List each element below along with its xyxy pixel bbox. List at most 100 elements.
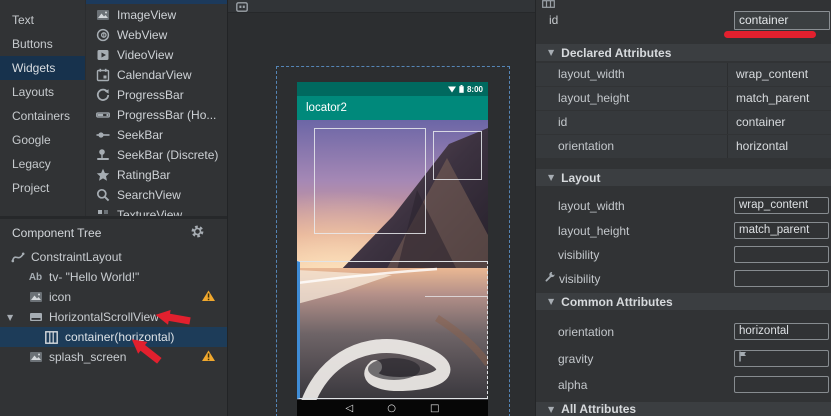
warning-icon (202, 350, 215, 364)
attribute-row[interactable]: layout_width wrap_content (536, 63, 831, 86)
device-preview[interactable]: 8:00 locator2 (297, 82, 488, 416)
attribute-row[interactable]: orientation horizontal (536, 135, 831, 158)
section-header-declared-attributes[interactable]: ▼ Declared Attributes (536, 44, 831, 61)
tree-item-horizontalscrollview[interactable]: ▼ HorizontalScrollView (0, 307, 227, 327)
attribute-label: orientation (558, 324, 614, 341)
linearlayout-horizontal-icon (44, 330, 59, 344)
partially-scrolled-selected-item (86, 0, 227, 4)
palette-category-containers[interactable]: Containers (0, 104, 85, 128)
tree-item-textview[interactable]: Ab tv- "Hello World!" (0, 267, 227, 287)
palette-item-label: ImageView (117, 8, 176, 22)
tree-item-splash-screen[interactable]: splash_screen (0, 347, 227, 367)
searchview-icon (95, 188, 110, 203)
attribute-value[interactable]: match_parent (728, 87, 809, 110)
palette-item-seekbar-discrete[interactable]: SeekBar (Discrete) (86, 145, 227, 165)
selected-view-bound[interactable] (297, 261, 488, 399)
collapse-triangle-icon: ▼ (548, 48, 554, 57)
palette-item-imageview[interactable]: ImageView (86, 5, 227, 25)
annotation-red-underline (724, 31, 816, 38)
palette-item-progressbar-horizontal[interactable]: ProgressBar (Ho... (86, 105, 227, 125)
attribute-label: layout_height (558, 223, 629, 240)
palette-item-searchview[interactable]: SearchView (86, 185, 227, 205)
id-attribute-label: id (549, 12, 558, 29)
gravity-field[interactable] (734, 350, 829, 367)
layout-width-dropdown[interactable]: wrap_content (734, 197, 829, 214)
tools-visibility-dropdown[interactable] (734, 270, 829, 287)
section-header-common-attributes[interactable]: ▼ Common Attributes (536, 293, 831, 310)
orientation-dropdown[interactable]: horizontal (734, 323, 829, 340)
palette-category-buttons[interactable]: Buttons (0, 32, 85, 56)
tree-item-label: ConstraintLayout (31, 250, 122, 264)
preview-photo[interactable] (297, 120, 488, 400)
tree-item-constraintlayout[interactable]: ConstraintLayout (0, 247, 227, 267)
palette-category-project[interactable]: Project (0, 176, 85, 200)
ratingbar-icon (95, 168, 110, 183)
attribute-value[interactable]: container (728, 111, 785, 134)
palette-item-label: WebView (117, 28, 167, 42)
attribute-value[interactable]: horizontal (728, 135, 788, 158)
palette-panel: Text Buttons Widgets Layouts Containers … (0, 0, 227, 219)
palette-item-ratingbar[interactable]: RatingBar (86, 165, 227, 185)
view-bound-rect (314, 128, 426, 234)
nav-home-icon[interactable]: ○ (387, 403, 396, 414)
attribute-label: visibility (559, 271, 600, 288)
tree-item-label: container(horizontal) (65, 330, 174, 344)
textview-icon: Ab (28, 270, 43, 284)
seekbar-icon (95, 128, 110, 143)
palette-category-text[interactable]: Text (0, 8, 85, 32)
device-icon[interactable] (236, 1, 248, 15)
tree-item-icon[interactable]: icon (0, 287, 227, 307)
palette-item-progressbar[interactable]: ProgressBar (86, 85, 227, 105)
palette-category-widgets[interactable]: Widgets (0, 56, 85, 80)
section-title: Layout (561, 171, 600, 185)
calendarview-icon (95, 68, 110, 83)
id-attribute-input[interactable]: container (734, 11, 830, 30)
attribute-label: id (536, 111, 728, 134)
collapse-triangle-icon: ▼ (548, 173, 554, 182)
palette-category-layouts[interactable]: Layouts (0, 80, 85, 104)
visibility-dropdown[interactable] (734, 246, 829, 263)
design-surface[interactable]: 8:00 locator2 (228, 0, 535, 416)
gear-icon[interactable] (190, 224, 205, 242)
nav-recents-icon[interactable]: □ (430, 403, 439, 414)
palette-categories: Text Buttons Widgets Layouts Containers … (0, 0, 86, 216)
palette-item-videoview[interactable]: VideoView (86, 45, 227, 65)
palette-item-seekbar[interactable]: SeekBar (86, 125, 227, 145)
android-studio-layout-editor: Text Buttons Widgets Layouts Containers … (0, 0, 831, 416)
palette-widget-list: ImageView WebView VideoView CalendarView… (86, 0, 227, 216)
progressbar-icon (95, 88, 110, 103)
design-toolbar (228, 0, 535, 13)
nav-back-icon[interactable]: ◁ (346, 403, 354, 414)
palette-category-legacy[interactable]: Legacy (0, 152, 85, 176)
section-header-all-attributes[interactable]: ▼ All Attributes (536, 402, 831, 416)
layout-height-dropdown[interactable]: match_parent (734, 222, 829, 239)
attributes-panel: id container ▼ Declared Attributes layou… (535, 0, 831, 416)
palette-item-label: SeekBar (Discrete) (117, 148, 218, 162)
tree-item-label: tv- "Hello World!" (49, 270, 139, 284)
palette-item-calendarview[interactable]: CalendarView (86, 65, 227, 85)
battery-icon (459, 82, 464, 96)
attribute-row[interactable]: id container (536, 111, 831, 134)
attribute-label: orientation (536, 135, 728, 158)
flag-icon[interactable] (739, 353, 747, 365)
palette-item-label: ProgressBar (117, 88, 184, 102)
palette-category-google[interactable]: Google (0, 128, 85, 152)
alpha-field[interactable] (734, 376, 829, 393)
palette-item-textureview[interactable]: TextureView (86, 205, 227, 216)
attribute-label: layout_height (536, 87, 728, 110)
section-header-layout[interactable]: ▼ Layout (536, 169, 831, 186)
palette-item-label: RatingBar (117, 168, 170, 182)
table-icon[interactable] (542, 0, 555, 11)
attribute-value[interactable]: wrap_content (728, 63, 808, 86)
palette-item-webview[interactable]: WebView (86, 25, 227, 45)
tree-item-container-horizontal[interactable]: container(horizontal) (0, 327, 227, 347)
attribute-label: layout_width (536, 63, 728, 86)
expand-triangle-icon[interactable]: ▼ (7, 313, 13, 322)
wrench-icon (545, 271, 556, 285)
webview-icon (95, 28, 110, 43)
attribute-row[interactable]: layout_height match_parent (536, 87, 831, 110)
collapse-triangle-icon: ▼ (548, 405, 554, 414)
attribute-label: visibility (558, 247, 599, 264)
warning-icon (202, 290, 215, 304)
component-tree-title: Component Tree (12, 226, 101, 240)
